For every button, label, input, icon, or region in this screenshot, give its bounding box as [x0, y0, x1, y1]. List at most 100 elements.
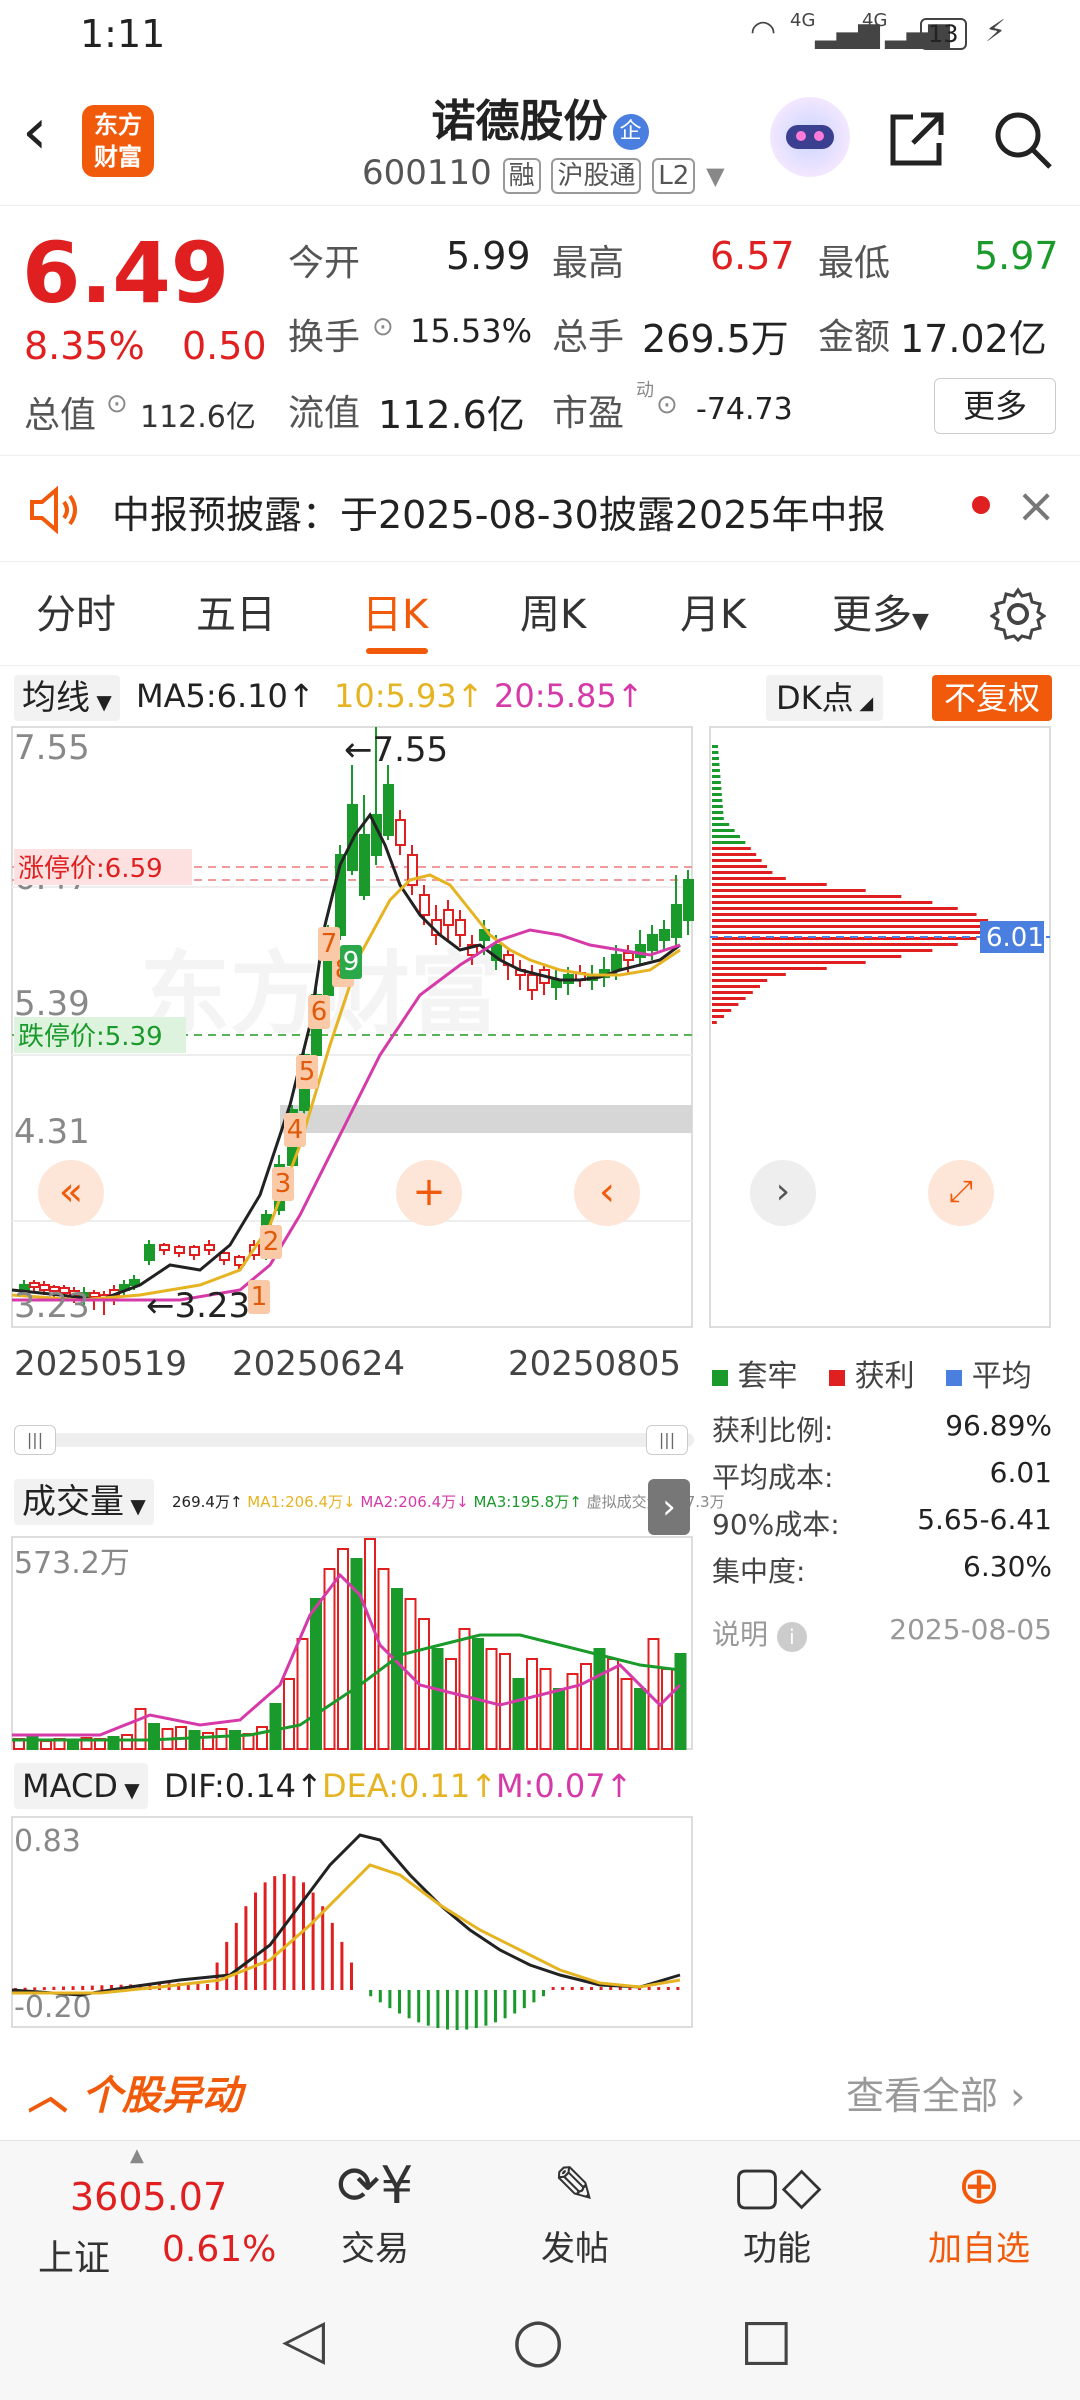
- view-all-link[interactable]: 查看全部 ›: [846, 2065, 1025, 2120]
- dropdown-icon[interactable]: ▼: [706, 162, 724, 190]
- chip-bar: [712, 991, 753, 994]
- chip-bar: [712, 817, 724, 820]
- fast-back-button[interactable]: «: [38, 1160, 104, 1226]
- more-button[interactable]: 更多: [934, 378, 1056, 434]
- low-marker: ←3.23: [146, 1286, 250, 1326]
- speaker-icon: [30, 486, 77, 534]
- pe-info-icon[interactable]: ⊙: [656, 390, 678, 420]
- tab-daily-k[interactable]: 日K: [362, 582, 428, 640]
- tab-more[interactable]: 更多▼: [832, 582, 929, 640]
- chip-bar: [712, 769, 720, 772]
- system-home-icon[interactable]: ○: [512, 2305, 564, 2375]
- tab-more-label: 更多: [832, 592, 912, 638]
- candle: [174, 1246, 185, 1254]
- header: ‹ 东方 财富 诺德股份 企 600110 融 沪股通 L2 ▼: [0, 75, 1080, 205]
- macd-bar: [474, 1990, 478, 2029]
- adjust-button[interactable]: 不复权: [932, 675, 1053, 721]
- back-icon[interactable]: ‹: [22, 95, 48, 169]
- index-ticker[interactable]: ▲ 3605.07 上证 0.61%: [0, 2141, 290, 2286]
- scroll-handle-right[interactable]: |||: [646, 1425, 688, 1455]
- add-circle-icon: ⊕: [957, 2156, 1001, 2216]
- legend-profit: 获利: [854, 1359, 915, 1394]
- caret-down-icon: ▼: [117, 1778, 140, 1802]
- settings-gear-icon[interactable]: [990, 586, 1046, 642]
- scroll-track[interactable]: [14, 1433, 694, 1447]
- macd-bar: [90, 1985, 94, 1990]
- caret-down-icon: ▼: [912, 609, 929, 634]
- macd-bar: [590, 1987, 593, 1990]
- section-title[interactable]: ︿ 个股异动: [28, 2063, 242, 2121]
- chip-bar: [712, 859, 762, 862]
- stat-label: 集中度:: [712, 1555, 806, 1588]
- macd-bar: [465, 1990, 469, 2030]
- volume-bar: [377, 1568, 390, 1750]
- tab-five-day[interactable]: 五日: [196, 582, 276, 640]
- turnover-label: 换手: [288, 317, 361, 358]
- chip-bar: [712, 979, 768, 982]
- chip-bar: [712, 949, 933, 952]
- dk-point-button[interactable]: DK点 ◢: [766, 675, 884, 721]
- expand-arrow-button[interactable]: ›: [648, 1479, 690, 1535]
- ma-selector-label: 均线: [22, 678, 90, 718]
- assistant-avatar[interactable]: [770, 97, 850, 177]
- macd-y-max: 0.83: [14, 1824, 81, 1859]
- volume-bar: [121, 1734, 133, 1750]
- chip-bar: [712, 955, 902, 958]
- kline-chart[interactable]: 东方财富 7.55 6.47 5.39 4.31 3.23 涨停价:6.59 跌…: [0, 725, 700, 1445]
- candle: [443, 909, 454, 926]
- info-icon[interactable]: ⊙: [106, 389, 128, 419]
- nav-trade[interactable]: ⟳¥ 交易: [310, 2151, 440, 2270]
- nav-post[interactable]: ✎ 发帖: [510, 2151, 640, 2270]
- close-icon[interactable]: ×: [1016, 478, 1056, 534]
- dk-point-label: DK点: [776, 679, 854, 717]
- chip-bar: [712, 883, 827, 886]
- volume-selector[interactable]: 成交量 ▼: [14, 1479, 154, 1525]
- ma-selector[interactable]: 均线 ▼: [14, 675, 120, 721]
- tab-monthly-k[interactable]: 月K: [680, 582, 746, 640]
- volume-bar: [458, 1628, 471, 1750]
- candle: [647, 934, 658, 951]
- macd-bar: [378, 1990, 382, 2003]
- macd-bar: [494, 1990, 497, 2023]
- volume-y-max: 573.2万: [14, 1546, 130, 1581]
- search-icon[interactable]: [990, 107, 1054, 171]
- trade-icon: ⟳¥: [336, 2156, 414, 2216]
- chip-bar: [712, 943, 958, 946]
- high-marker: ←7.55: [344, 730, 448, 770]
- low-label: 最低: [818, 243, 891, 284]
- charging-icon: ⚡: [985, 14, 1007, 49]
- chip-stat-row: 平均成本: 6.01: [712, 1456, 1052, 1503]
- ma20-value: 20:5.85↑: [494, 677, 644, 715]
- macd-selector[interactable]: MACD ▼: [14, 1763, 148, 1809]
- ma5-value: MA5:6.10↑: [136, 677, 315, 715]
- chip-bar: [712, 823, 730, 826]
- share-icon[interactable]: [885, 107, 949, 171]
- volume-bar: [188, 1730, 201, 1750]
- system-recents-icon[interactable]: □: [740, 2307, 793, 2372]
- notice-bar[interactable]: 中报预披露：于2025-08-30披露2025年中报 ×: [0, 455, 1080, 562]
- tab-intraday[interactable]: 分时: [36, 582, 116, 640]
- stock-title[interactable]: 诺德股份 企: [360, 85, 720, 150]
- macd-dif: DIF:0.14↑: [164, 1767, 323, 1805]
- chip-bar: [712, 865, 767, 868]
- seq-label: 2: [260, 1225, 282, 1259]
- signal-label: 4G: [790, 10, 816, 31]
- macd-bar: [62, 1986, 65, 1990]
- chip-bar: [712, 1009, 732, 1012]
- candle: [359, 834, 370, 896]
- tab-weekly-k[interactable]: 周K: [520, 582, 586, 640]
- chip-note[interactable]: 说明 i 2025-08-05: [712, 1613, 1052, 1653]
- macd-bar: [407, 1990, 411, 2019]
- zoom-in-button[interactable]: +: [396, 1160, 462, 1226]
- nav-add-watchlist[interactable]: ⊕ 加自选: [914, 2151, 1044, 2270]
- step-back-button[interactable]: ‹: [574, 1160, 640, 1226]
- note-date: 2025-08-05: [889, 1613, 1052, 1646]
- nav-functions[interactable]: ▢◇ 功能: [712, 2151, 842, 2270]
- turnover-info-icon[interactable]: ⊙: [372, 312, 394, 342]
- scroll-handle-left[interactable]: |||: [14, 1425, 56, 1455]
- system-back-icon[interactable]: ◁: [282, 2307, 325, 2372]
- chip-bar: [712, 787, 722, 790]
- y-axis-min: 3.23: [14, 1286, 90, 1326]
- open-value: 5.99: [446, 234, 531, 278]
- macd-bar: [340, 1941, 344, 1990]
